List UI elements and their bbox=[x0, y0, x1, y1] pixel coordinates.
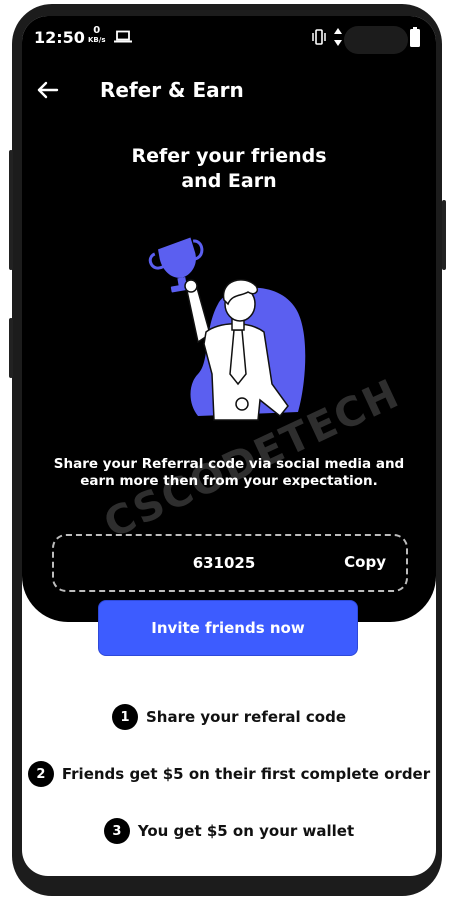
invite-friends-button[interactable]: Invite friends now bbox=[98, 600, 358, 656]
hero-description-line: earn more then from your expectation. bbox=[80, 473, 378, 489]
step-item: 3 You get $5 on your wallet bbox=[22, 818, 436, 844]
trophy-illustration bbox=[148, 237, 306, 421]
laptop-icon bbox=[114, 30, 132, 43]
hero-description: Share your Referral code via social medi… bbox=[40, 456, 418, 490]
vibrate-icon bbox=[312, 29, 326, 45]
hero-headline: Refer your friends and Earn bbox=[22, 144, 436, 194]
copy-button[interactable]: Copy bbox=[344, 553, 386, 571]
step-item: 2 Friends get $5 on their first complete… bbox=[22, 761, 436, 787]
hero-headline-line: Refer your friends bbox=[131, 145, 327, 167]
step-text: Share your referal code bbox=[145, 708, 347, 726]
battery-icon bbox=[410, 27, 420, 47]
arrow-left-icon[interactable] bbox=[36, 78, 60, 102]
step-text: You get $5 on your wallet bbox=[137, 822, 355, 840]
step-number-badge: 2 bbox=[27, 761, 54, 787]
step-item: 1 Share your referal code bbox=[22, 704, 436, 730]
referral-code: 631025 bbox=[192, 554, 256, 572]
phone-side-button bbox=[9, 318, 13, 378]
status-time: 12:50 bbox=[34, 28, 85, 47]
phone-side-button bbox=[9, 150, 13, 270]
step-text: Friends get $5 on their first complete o… bbox=[61, 765, 431, 783]
phone-side-button bbox=[442, 200, 446, 270]
app-bar: Refer & Earn bbox=[22, 72, 436, 112]
step-number-badge: 1 bbox=[111, 704, 138, 730]
app-screen: 12:50 0 KB/s Refer & Earn Refer your fri… bbox=[22, 16, 436, 876]
step-number-badge: 3 bbox=[103, 818, 130, 844]
referral-code-box: 631025 Copy bbox=[52, 534, 408, 592]
network-speed-unit: KB/s bbox=[88, 36, 106, 44]
network-speed-value: 0 bbox=[93, 25, 101, 36]
camera-notch bbox=[344, 26, 408, 54]
data-transfer-icon bbox=[334, 28, 342, 46]
page-title: Refer & Earn bbox=[100, 78, 244, 102]
network-speed: 0 KB/s bbox=[88, 25, 106, 45]
status-bar: 12:50 0 KB/s bbox=[22, 16, 436, 60]
hero-headline-line: and Earn bbox=[181, 170, 277, 192]
hero-description-line: Share your Referral code via social medi… bbox=[53, 456, 405, 472]
